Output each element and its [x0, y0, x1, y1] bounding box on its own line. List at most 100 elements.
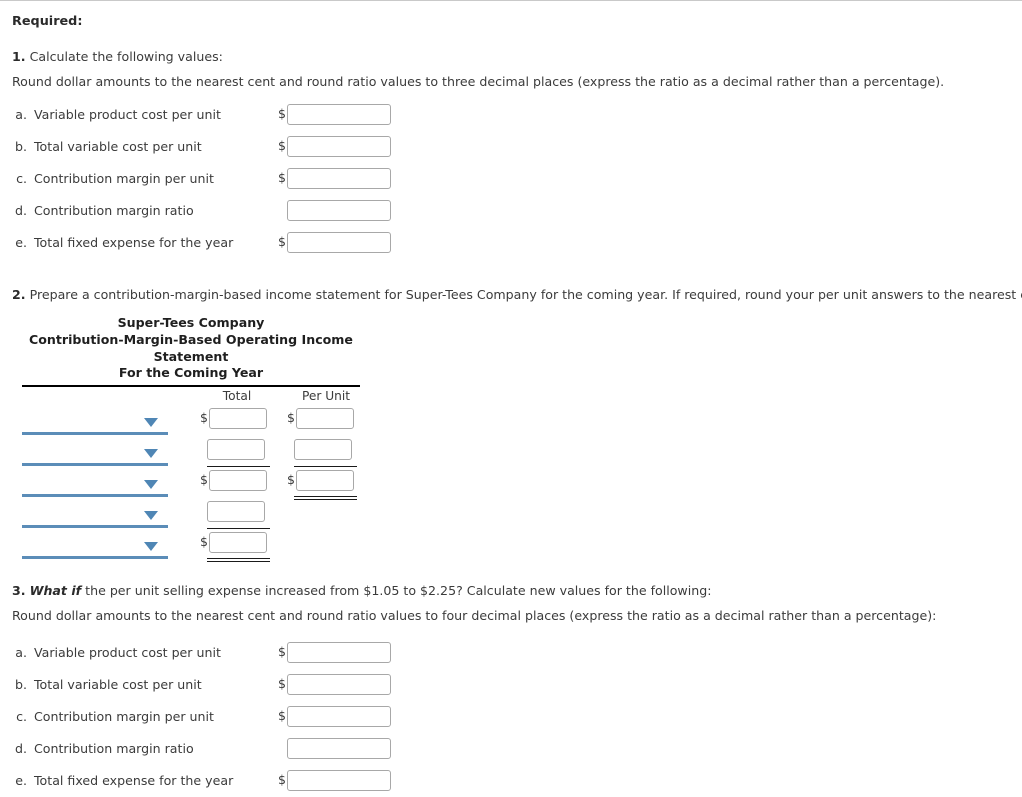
question-2-text: Prepare a contribution-margin-based inco… — [25, 287, 1022, 303]
statement-rows: $ $ $ $ $ — [22, 406, 722, 563]
dollar-sign: $ — [287, 410, 295, 426]
answer-field-group: $ — [278, 642, 391, 664]
statement-perunit-cell-1: $ — [287, 408, 354, 430]
statement-total-cell-1: $ — [200, 408, 267, 430]
answer-input-contribution-margin-per-unit[interactable] — [286, 167, 391, 189]
item-letter: d. — [15, 202, 27, 218]
question-3-emphasis: What if — [29, 583, 82, 599]
statement-total-input-5[interactable] — [208, 532, 267, 554]
question-2-prompt: 2. Prepare a contribution-margin-based i… — [12, 287, 1022, 303]
item-letter: a. — [15, 106, 27, 122]
question-3-number: 3. — [12, 583, 26, 599]
q3-answer-input-variable-product-cost[interactable] — [286, 642, 391, 664]
answer-field-group: $ — [278, 103, 391, 125]
column-header-per-unit: Per Unit — [301, 389, 351, 404]
dollar-sign: $ — [200, 472, 208, 488]
answer-field-group: $ — [278, 738, 391, 760]
item-letter: c. — [16, 170, 27, 186]
statement-column-headers: Total Per Unit — [22, 387, 722, 406]
dollar-sign: $ — [200, 410, 208, 426]
list-item: a. Variable product cost per unit $ — [8, 637, 1022, 669]
list-item: a. Variable product cost per unit $ — [8, 98, 1022, 130]
item-letter: d. — [15, 741, 27, 757]
item-label: Contribution margin ratio — [34, 741, 194, 757]
list-item: b. Total variable cost per unit $ — [8, 130, 1022, 162]
answer-field-group: $ — [278, 167, 391, 189]
item-letter: c. — [16, 709, 27, 725]
question-3-answer-list: a. Variable product cost per unit $ b. T… — [8, 637, 1022, 797]
statement-total-cell-4 — [207, 501, 265, 523]
statement-total-cell-2 — [207, 439, 265, 461]
dollar-sign: $ — [278, 170, 286, 186]
question-1-text: Calculate the following values: — [25, 49, 223, 64]
item-label: Variable product cost per unit — [34, 645, 221, 661]
statement-total-input-2[interactable] — [207, 439, 265, 461]
item-letter: e. — [15, 234, 27, 250]
statement-perunit-grand-rule — [294, 496, 357, 501]
q3-answer-input-contribution-margin-per-unit[interactable] — [286, 706, 391, 728]
page-top-divider — [0, 0, 1022, 1]
dollar-sign: $ — [278, 138, 286, 154]
dollar-sign: $ — [200, 534, 208, 550]
item-letter: a. — [15, 645, 27, 661]
dollar-sign: $ — [287, 472, 295, 488]
item-label: Total variable cost per unit — [34, 677, 202, 693]
statement-row-4-select[interactable] — [22, 501, 168, 529]
answer-field-group: $ — [278, 706, 391, 728]
dollar-sign: $ — [278, 644, 286, 660]
statement-total-input-4[interactable] — [207, 501, 265, 523]
question-3-rounding-note: Round dollar amounts to the nearest cent… — [12, 607, 937, 623]
statement-perunit-input-3[interactable] — [295, 470, 354, 492]
statement-perunit-input-2[interactable] — [294, 439, 352, 461]
answer-input-contribution-margin-ratio[interactable] — [286, 199, 391, 221]
chevron-down-icon — [144, 418, 158, 428]
dollar-sign: $ — [278, 772, 286, 788]
answer-input-total-fixed-expense[interactable] — [286, 231, 391, 253]
item-letter: e. — [15, 773, 27, 789]
answer-field-group: $ — [278, 231, 391, 253]
statement-total-subtotal-rule-1 — [207, 466, 270, 468]
q3-answer-input-total-variable-cost[interactable] — [286, 674, 391, 696]
statement-title: Contribution-Margin-Based Operating Inco… — [29, 331, 353, 364]
statement-perunit-input-1[interactable] — [295, 408, 354, 430]
list-item: c. Contribution margin per unit $ — [8, 701, 1022, 733]
statement-perunit-cell-2 — [294, 439, 352, 461]
statement-row-5-select[interactable] — [22, 532, 168, 560]
answer-field-group: $ — [278, 199, 391, 221]
statement-total-input-1[interactable] — [208, 408, 267, 430]
statement-period: For the Coming Year — [118, 365, 264, 381]
question-1-number: 1. — [12, 49, 26, 64]
item-label: Total variable cost per unit — [34, 138, 202, 154]
answer-input-variable-product-cost[interactable] — [286, 103, 391, 125]
statement-company-name: Super-Tees Company — [117, 315, 265, 331]
statement-row-1-select[interactable] — [22, 408, 168, 436]
statement-row-3-select[interactable] — [22, 470, 168, 498]
list-item: e. Total fixed expense for the year $ — [8, 765, 1022, 797]
statement-total-input-3[interactable] — [208, 470, 267, 492]
item-label: Contribution margin per unit — [34, 709, 214, 725]
statement-perunit-subtotal-rule — [294, 466, 357, 468]
question-1-prompt: 1. Calculate the following values: — [12, 49, 1022, 65]
item-label: Contribution margin per unit — [34, 170, 214, 186]
statement-row-2-select[interactable] — [22, 439, 168, 467]
question-2-number: 2. — [12, 287, 26, 303]
question-1-answer-list: a. Variable product cost per unit $ b. T… — [8, 98, 1022, 258]
list-item: b. Total variable cost per unit $ — [8, 669, 1022, 701]
statement-total-cell-3: $ — [200, 470, 267, 492]
q3-answer-input-contribution-margin-ratio[interactable] — [286, 738, 391, 760]
answer-field-group: $ — [278, 674, 391, 696]
chevron-down-icon — [144, 511, 158, 521]
answer-input-total-variable-cost[interactable] — [286, 135, 391, 157]
question-3-prompt: 3. What if the per unit selling expense … — [12, 583, 1022, 599]
question-3-text: the per unit selling expense increased f… — [81, 583, 712, 599]
list-item: c. Contribution margin per unit $ — [8, 162, 1022, 194]
chevron-down-icon — [144, 449, 158, 459]
answer-field-group: $ — [278, 135, 391, 157]
statement-total-grand-rule — [207, 558, 270, 563]
list-item: e. Total fixed expense for the year $ — [8, 226, 1022, 258]
item-label: Total fixed expense for the year — [34, 234, 234, 250]
chevron-down-icon — [144, 480, 158, 490]
worksheet-page: Required: 1. Calculate the following val… — [0, 0, 1022, 797]
required-heading: Required: — [12, 14, 83, 29]
statement-total-cell-5: $ — [200, 532, 267, 554]
